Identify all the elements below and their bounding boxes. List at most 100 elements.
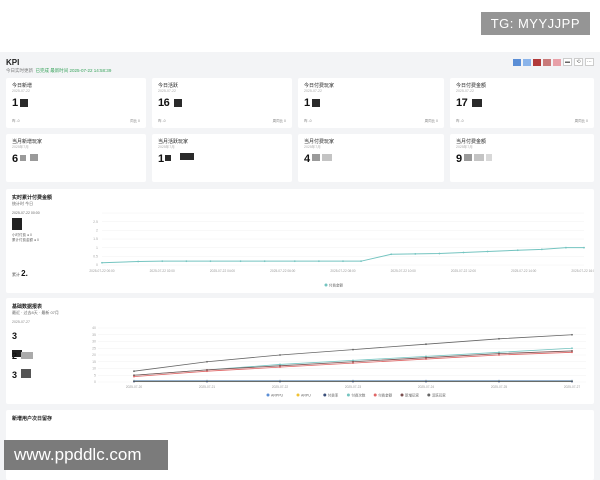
card-foot-left: 昨 -0: [12, 119, 20, 123]
data-point: [571, 347, 573, 350]
kpi-card-month-revenue[interactable]: 当月付费金额 2025年7月 9: [450, 134, 594, 182]
palette-swatch[interactable]: [533, 58, 541, 66]
data-point: [360, 260, 362, 263]
x-tick-label: 2025-07-22 16:00: [571, 269, 594, 273]
palette-swatch[interactable]: [523, 58, 531, 66]
x-tick-label: 2025-07-25: [491, 385, 508, 389]
palette-swatch[interactable]: [553, 58, 561, 66]
card-date: 2025-07-22: [304, 89, 322, 93]
kpi-card-month-payers[interactable]: 当月付费玩家 2025年7月 4: [298, 134, 444, 182]
data-point: [161, 260, 164, 263]
card-date: 2025年7月: [12, 145, 29, 149]
x-tick-label: 2025-07-22 06:00: [270, 269, 295, 273]
y-tick-label: 0: [96, 263, 98, 267]
kpi-card-today-active[interactable]: 今日活跃 2025-07-22 16 昨 -0 周同比 0: [152, 78, 292, 128]
card-value: 1: [158, 153, 164, 165]
refresh-icon[interactable]: ⟲: [574, 58, 583, 66]
redaction-block: [174, 99, 182, 107]
data-point: [352, 380, 354, 383]
panel-title: 新增用户次日留存: [12, 416, 53, 422]
updated-time: 最新时间 2025-07-22 14:58:39: [50, 68, 112, 73]
data-point: [279, 354, 281, 356]
y-tick-label: 20: [92, 353, 96, 357]
data-point: [263, 260, 266, 263]
site-watermark: www.ppddlc.com: [4, 440, 168, 470]
data-point: [133, 374, 135, 377]
series-line: [133, 351, 573, 377]
data-point: [540, 248, 543, 251]
card-date: 2025-07-22: [456, 89, 474, 93]
x-tick-label: 2025-07-24: [418, 385, 435, 389]
x-tick-label: 2025-07-27: [564, 385, 581, 389]
legend-marker: [346, 393, 350, 397]
legend-marker: [400, 393, 404, 397]
kpi-card-today-revenue[interactable]: 今日付费金额 2025-07-22 17 昨 -0 周同比 0: [450, 78, 594, 128]
data-point: [352, 348, 354, 351]
data-point: [101, 261, 103, 264]
y-tick-label: 35: [92, 333, 96, 337]
basic-report-panel: 基础数据报表 最近 · 过去8天 · 最新 07月 2025-07-27 3 2…: [6, 298, 594, 404]
card-foot-right: 周同比 0: [272, 119, 286, 123]
data-point: [206, 360, 208, 363]
data-point: [390, 253, 393, 256]
card-foot-right: 周同比 0: [574, 119, 588, 123]
data-point: [133, 380, 135, 383]
data-point: [414, 253, 417, 255]
kpi-card-month-active[interactable]: 当月活跃玩家 2025年7月 1: [152, 134, 292, 182]
more-icon[interactable]: ⋯: [585, 58, 594, 66]
data-point: [583, 246, 585, 249]
legend-marker: [323, 393, 327, 397]
kpi-card-today-payers[interactable]: 今日付费玩家 2025-07-22 1 昨 -0 周同比 0: [298, 78, 444, 128]
card-foot-right: 同比 0: [130, 119, 140, 123]
x-tick-label: 2025-07-22 02:00: [150, 269, 175, 273]
x-tick-label: 2025-07-22 12:00: [451, 269, 476, 273]
page-subtitle: 今日实时更新 已完成 最新时间 2025-07-22 14:58:39: [6, 68, 111, 74]
card-date: 2025-07-22: [158, 89, 176, 93]
data-point: [425, 380, 427, 383]
legend-marker: [266, 393, 270, 397]
status-badge: 已完成: [35, 68, 50, 73]
card-date: 2025年7月: [304, 145, 321, 149]
y-tick-label: 2: [96, 229, 98, 233]
redaction-block: [312, 154, 320, 161]
data-point: [486, 250, 489, 253]
data-point: [565, 246, 567, 249]
legend-marker: [373, 393, 377, 397]
data-point: [206, 368, 208, 371]
card-title: 今日付费玩家: [304, 83, 335, 89]
data-point: [342, 260, 344, 263]
card-value: 1: [304, 97, 310, 109]
x-tick-label: 2025-07-20: [126, 385, 143, 389]
y-tick-label: 25: [92, 346, 96, 350]
palette-swatch[interactable]: [513, 58, 521, 66]
data-point: [498, 352, 500, 355]
palette-swatch[interactable]: [543, 58, 551, 66]
y-tick-label: 5: [94, 373, 96, 377]
card-date: 2025年7月: [158, 145, 175, 149]
y-tick-label: 10: [92, 367, 96, 371]
card-value: 9: [456, 153, 462, 165]
x-tick-label: 2025-07-21: [199, 385, 216, 389]
redaction-block: [312, 99, 320, 107]
card-value: 1: [12, 97, 18, 109]
minimize-icon[interactable]: ▬: [563, 58, 572, 66]
data-point: [425, 343, 427, 346]
data-point: [239, 260, 242, 263]
legend-marker: [324, 283, 328, 287]
redaction-block: [30, 154, 38, 161]
y-tick-label: 0.5: [93, 255, 98, 259]
y-tick-label: 15: [92, 360, 96, 364]
data-point: [498, 337, 500, 340]
card-value: 4: [304, 153, 310, 165]
kpi-card-month-new[interactable]: 当月新增玩家 2025年7月 6: [6, 134, 146, 182]
data-point: [293, 260, 296, 263]
data-point: [462, 251, 465, 254]
data-point: [133, 370, 135, 373]
legend-label: 付费金额: [329, 282, 343, 287]
data-point: [571, 350, 573, 352]
kpi-card-today-new[interactable]: 今日新增 2025-07-22 1 昨 -0 同比 0: [6, 78, 146, 128]
y-tick-label: 0: [94, 380, 96, 384]
legend-label: 活跃玩家: [432, 392, 446, 397]
card-date: 2025-07-22: [12, 89, 30, 93]
y-tick-label: 40: [92, 326, 96, 330]
